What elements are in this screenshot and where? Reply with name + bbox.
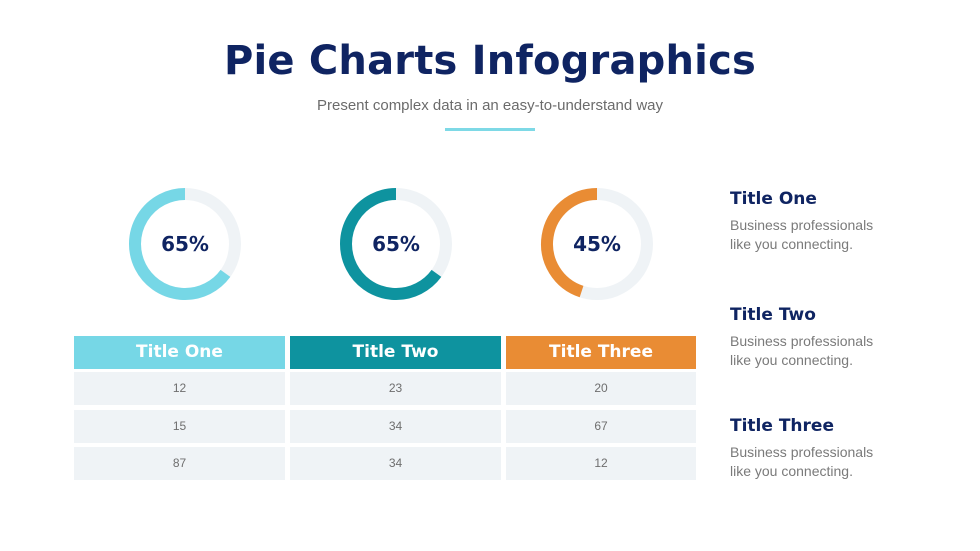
donut-percent-label: 45% (573, 232, 621, 256)
page-title: Pie Charts Infographics (223, 38, 757, 84)
table-header-cell: Title Three (506, 336, 696, 369)
side-item-title: Title Three (730, 416, 834, 436)
page-subtitle: Present complex data in an easy-to-under… (316, 97, 664, 114)
table-cell: 12 (74, 372, 285, 405)
description-line: Business professionals (730, 333, 874, 349)
table-cell: 23 (290, 372, 501, 405)
description-line: Business professionals (730, 217, 874, 233)
table-cell: 67 (506, 410, 696, 443)
donut-percent-label: 65% (161, 232, 209, 256)
description-line: Business professionals (730, 444, 874, 460)
description-line: like you connecting. (730, 236, 853, 252)
side-item-description: Business professionals like you connecti… (730, 332, 950, 370)
table-cell: 15 (74, 410, 285, 443)
table-cell: 20 (506, 372, 696, 405)
donut-chart-3: 45% (537, 184, 657, 304)
table-cell: 12 (506, 447, 696, 480)
side-item-title: Title One (730, 189, 817, 209)
donut-chart-1: 65% (125, 184, 245, 304)
side-item-title: Title Two (730, 305, 816, 325)
table-header-cell: Title Two (290, 336, 501, 369)
side-item-1: Title One Business professionals like yo… (730, 189, 950, 254)
title-underline-divider (445, 128, 535, 131)
table-column-2: Title Two 23 34 34 (290, 336, 501, 480)
side-item-description: Business professionals like you connecti… (730, 443, 950, 481)
table-cell: 34 (290, 447, 501, 480)
table-cell: 34 (290, 410, 501, 443)
table-column-1: Title One 12 15 87 (74, 336, 285, 480)
side-item-description: Business professionals like you connecti… (730, 216, 950, 254)
side-item-2: Title Two Business professionals like yo… (730, 305, 950, 370)
description-line: like you connecting. (730, 463, 853, 479)
side-item-3: Title Three Business professionals like … (730, 416, 950, 481)
table-cell: 87 (74, 447, 285, 480)
table-column-3: Title Three 20 67 12 (506, 336, 696, 480)
donut-percent-label: 65% (372, 232, 420, 256)
donut-chart-2: 65% (336, 184, 456, 304)
description-line: like you connecting. (730, 352, 853, 368)
table-header-cell: Title One (74, 336, 285, 369)
